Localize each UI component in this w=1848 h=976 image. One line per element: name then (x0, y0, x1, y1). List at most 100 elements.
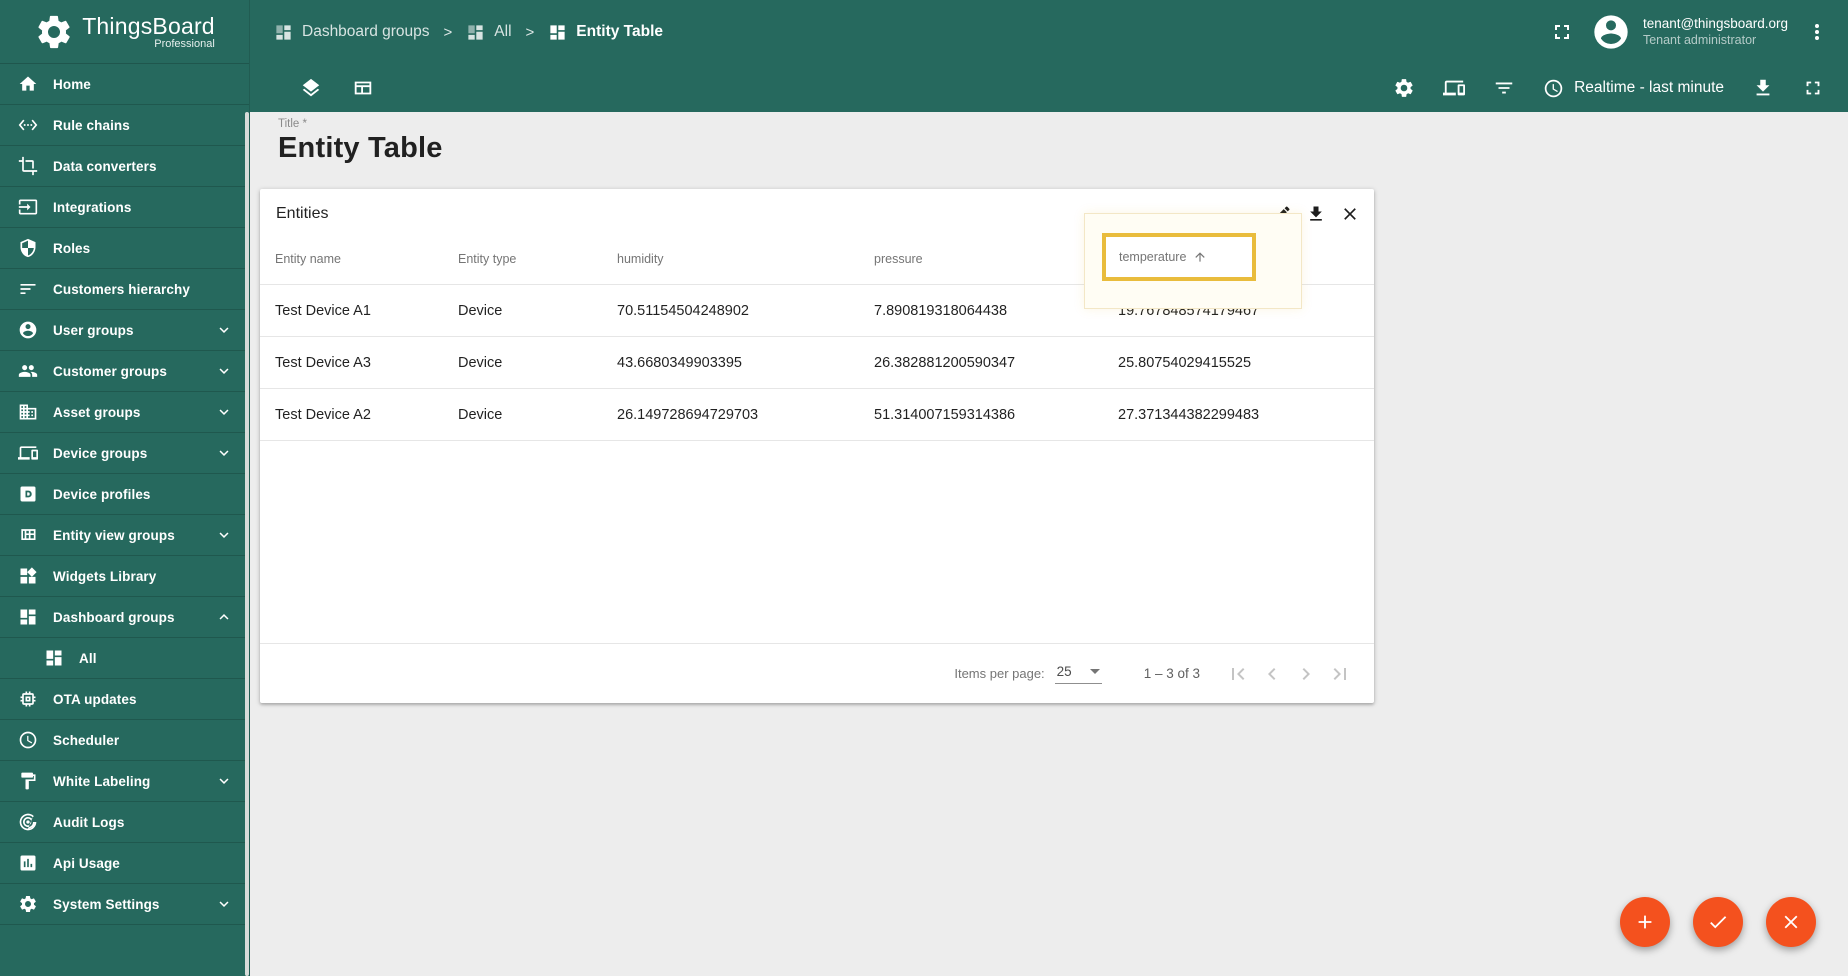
user-avatar[interactable] (1591, 12, 1631, 52)
cell-entity-name: Test Device A2 (275, 406, 371, 423)
items-per-page-select[interactable]: 25 (1054, 663, 1102, 684)
dashboard-settings-icon[interactable] (1393, 77, 1415, 99)
sidebar-item-home[interactable]: Home (0, 64, 249, 105)
cell-pressure: 51.314007159314386 (874, 406, 1016, 423)
paint-roller-icon (18, 771, 38, 791)
sidebar-item-roles[interactable]: Roles (0, 228, 249, 269)
sidebar-item-customers-hierarchy[interactable]: Customers hierarchy (0, 269, 249, 310)
chevron-down-icon (219, 450, 229, 456)
sidebar-item-customer-groups[interactable]: Customer groups (0, 351, 249, 392)
column-header-entity-name[interactable]: Entity name (275, 252, 458, 266)
gear-icon (18, 894, 38, 914)
dashboard-content: Title * Entity Table Entities Entity nam… (250, 112, 1848, 976)
cell-humidity: 26.149728694729703 (617, 406, 759, 423)
roles-shield-icon (18, 238, 38, 258)
next-page-icon[interactable] (1294, 662, 1318, 686)
pagination-nav (1226, 662, 1352, 686)
items-per-page-value: 25 (1056, 663, 1072, 679)
cancel-changes-button[interactable] (1766, 897, 1816, 947)
sidebar-item-integrations[interactable]: Integrations (0, 187, 249, 228)
sidebar: ThingsBoard Professional Home Rule chain… (0, 0, 250, 976)
dashboard-icon (550, 24, 565, 40)
table-pagination: Items per page: 25 1 – 3 of 3 (260, 643, 1374, 703)
widgets-icon (18, 566, 38, 586)
close-icon (1784, 915, 1798, 929)
dashboard-title-field[interactable]: Title * Entity Table (278, 118, 443, 165)
chevron-down-icon (219, 901, 229, 907)
chip-icon (18, 689, 38, 709)
sidebar-item-user-groups[interactable]: User groups (0, 310, 249, 351)
sidebar-item-widgets-library[interactable]: Widgets Library (0, 556, 249, 597)
sidebar-item-data-converters[interactable]: Data converters (0, 146, 249, 187)
sidebar-scrollbar[interactable] (245, 112, 249, 976)
clock-icon (18, 730, 38, 750)
breadcrumb-dashboard-groups[interactable]: Dashboard groups (274, 23, 430, 42)
table-row[interactable]: Test Device A3 Device 43.6680349903395 2… (260, 337, 1374, 389)
integrations-icon (18, 197, 38, 217)
plus-icon (1638, 915, 1652, 929)
last-page-icon[interactable] (1328, 662, 1352, 686)
column-header-temperature[interactable]: temperature (1102, 233, 1256, 281)
cell-pressure: 7.890819318064438 (874, 302, 1008, 319)
sidebar-item-scheduler[interactable]: Scheduler (0, 720, 249, 761)
items-per-page-label: Items per page: (954, 666, 1045, 681)
user-email: tenant@thingsboard.org (1642, 15, 1788, 31)
top-header: Dashboard groups > All > Entity Table te… (250, 0, 1848, 64)
table-row[interactable]: Test Device A2 Device 26.149728694729703… (260, 389, 1374, 441)
breadcrumb-all[interactable]: All (466, 23, 512, 42)
dashboard-icon (276, 24, 291, 40)
previous-page-icon[interactable] (1260, 662, 1284, 686)
chevron-down-icon (219, 368, 229, 374)
temperature-header-label: temperature (1119, 250, 1187, 264)
clock-icon (1544, 79, 1563, 97)
fullscreen-icon[interactable] (1549, 19, 1575, 45)
track-changes-icon (18, 812, 38, 832)
sidebar-item-system-settings[interactable]: System Settings (0, 884, 249, 925)
download-icon[interactable] (1752, 77, 1774, 99)
first-page-icon[interactable] (1226, 662, 1250, 686)
device-profiles-icon (18, 484, 38, 504)
title-field-label: Title * (278, 118, 307, 130)
add-widget-button[interactable] (1620, 897, 1670, 947)
sidebar-item-white-labeling[interactable]: White Labeling (0, 761, 249, 802)
more-menu-icon[interactable] (1804, 19, 1830, 45)
user-icon (18, 320, 38, 340)
view-quilt-icon (18, 525, 38, 545)
sidebar-item-ota-updates[interactable]: OTA updates (0, 679, 249, 720)
entity-aliases-filter-icon[interactable] (1493, 77, 1515, 99)
sidebar-item-api-usage[interactable]: Api Usage (0, 843, 249, 884)
chevron-down-icon (219, 778, 229, 784)
cell-pressure: 26.382881200590347 (874, 354, 1016, 371)
check-icon (1710, 916, 1727, 929)
manage-layouts-icon[interactable] (300, 77, 322, 99)
sidebar-item-audit-logs[interactable]: Audit Logs (0, 802, 249, 843)
sidebar-item-asset-groups[interactable]: Asset groups (0, 392, 249, 433)
column-header-entity-type[interactable]: Entity type (458, 252, 617, 266)
layout-grid-icon[interactable] (352, 77, 374, 99)
breadcrumb-separator: > (443, 23, 453, 41)
download-widget-icon[interactable] (1306, 204, 1326, 224)
column-header-pressure[interactable]: pressure (874, 252, 1118, 266)
thingsboard-app: ThingsBoard Professional Home Rule chain… (0, 0, 1848, 976)
breadcrumb-entity-table[interactable]: Entity Table (548, 23, 663, 42)
column-header-humidity[interactable]: humidity (617, 252, 874, 266)
sidebar-item-entity-view-groups[interactable]: Entity view groups (0, 515, 249, 556)
manage-states-icon[interactable] (1443, 77, 1466, 99)
expand-fullscreen-icon[interactable] (1802, 77, 1824, 99)
cell-humidity: 70.51154504248902 (617, 302, 749, 319)
sidebar-item-dashboard-groups[interactable]: Dashboard groups (0, 597, 249, 638)
breadcrumb: Dashboard groups > All > Entity Table (274, 23, 1549, 42)
sidebar-item-device-groups[interactable]: Device groups (0, 433, 249, 474)
sidebar-item-dashboard-groups-all[interactable]: All (0, 638, 249, 679)
timewindow-button[interactable]: Realtime - last minute (1543, 78, 1724, 99)
sidebar-item-device-profiles[interactable]: Device profiles (0, 474, 249, 515)
logo-title: ThingsBoard (82, 13, 215, 39)
chevron-down-icon (219, 409, 229, 415)
logo-subtitle: Professional (154, 38, 215, 50)
sidebar-item-rule-chains[interactable]: Rule chains (0, 105, 249, 146)
thingsboard-logo[interactable]: ThingsBoard Professional (0, 0, 249, 64)
close-widget-icon[interactable] (1340, 204, 1360, 224)
apply-changes-button[interactable] (1693, 897, 1743, 947)
breadcrumb-separator: > (525, 23, 535, 41)
dashboard-title-value[interactable]: Entity Table (278, 132, 443, 165)
